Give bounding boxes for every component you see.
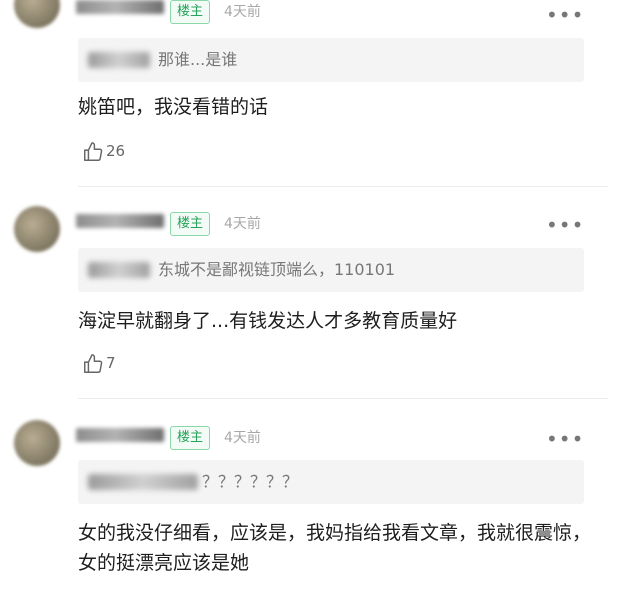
divider: [78, 186, 608, 187]
quoted-reply[interactable]: 东城不是鄙视链顶端么，110101: [78, 248, 584, 292]
quoted-reply[interactable]: 那谁...是谁: [78, 38, 584, 82]
quoted-text: ？？？？？？: [202, 472, 299, 491]
owner-badge: 楼主: [170, 0, 211, 24]
username[interactable]: [76, 214, 164, 228]
comment-text: 海淀早就翻身了...有钱发达人才多教育质量好: [78, 310, 458, 332]
username[interactable]: [76, 428, 164, 442]
thumbs-up-icon: [84, 353, 103, 373]
thumbs-up-icon: [84, 141, 103, 161]
comment-text: 女的我没仔细看，应该是，我妈指给我看文章，我就很震惊，女的挺漂亮应该是她: [78, 522, 592, 574]
username[interactable]: [76, 0, 164, 14]
owner-badge: 楼主: [170, 212, 211, 236]
timestamp: 4天前: [224, 4, 261, 20]
like-count: 7: [106, 354, 116, 372]
divider: [78, 398, 608, 399]
timestamp: 4天前: [224, 216, 261, 232]
more-options-icon[interactable]: •••: [546, 5, 584, 25]
more-options-icon[interactable]: •••: [546, 429, 584, 449]
like-button[interactable]: 7: [82, 350, 116, 376]
comment-text: 姚笛吧，我没看错的话: [78, 96, 269, 118]
owner-badge: 楼主: [170, 426, 211, 450]
quoted-text: 那谁...是谁: [158, 50, 238, 69]
avatar[interactable]: [14, 206, 60, 252]
quoted-username: [88, 474, 198, 490]
quoted-text: 东城不是鄙视链顶端么，110101: [158, 260, 396, 279]
avatar[interactable]: [14, 0, 60, 28]
quoted-reply[interactable]: ？？？？？？: [78, 460, 584, 504]
avatar[interactable]: [14, 420, 60, 466]
timestamp: 4天前: [224, 430, 261, 446]
more-options-icon[interactable]: •••: [546, 215, 584, 235]
quoted-username: [88, 52, 150, 68]
quoted-username: [88, 262, 150, 278]
like-count: 26: [106, 142, 126, 160]
like-button[interactable]: 26: [82, 138, 125, 164]
